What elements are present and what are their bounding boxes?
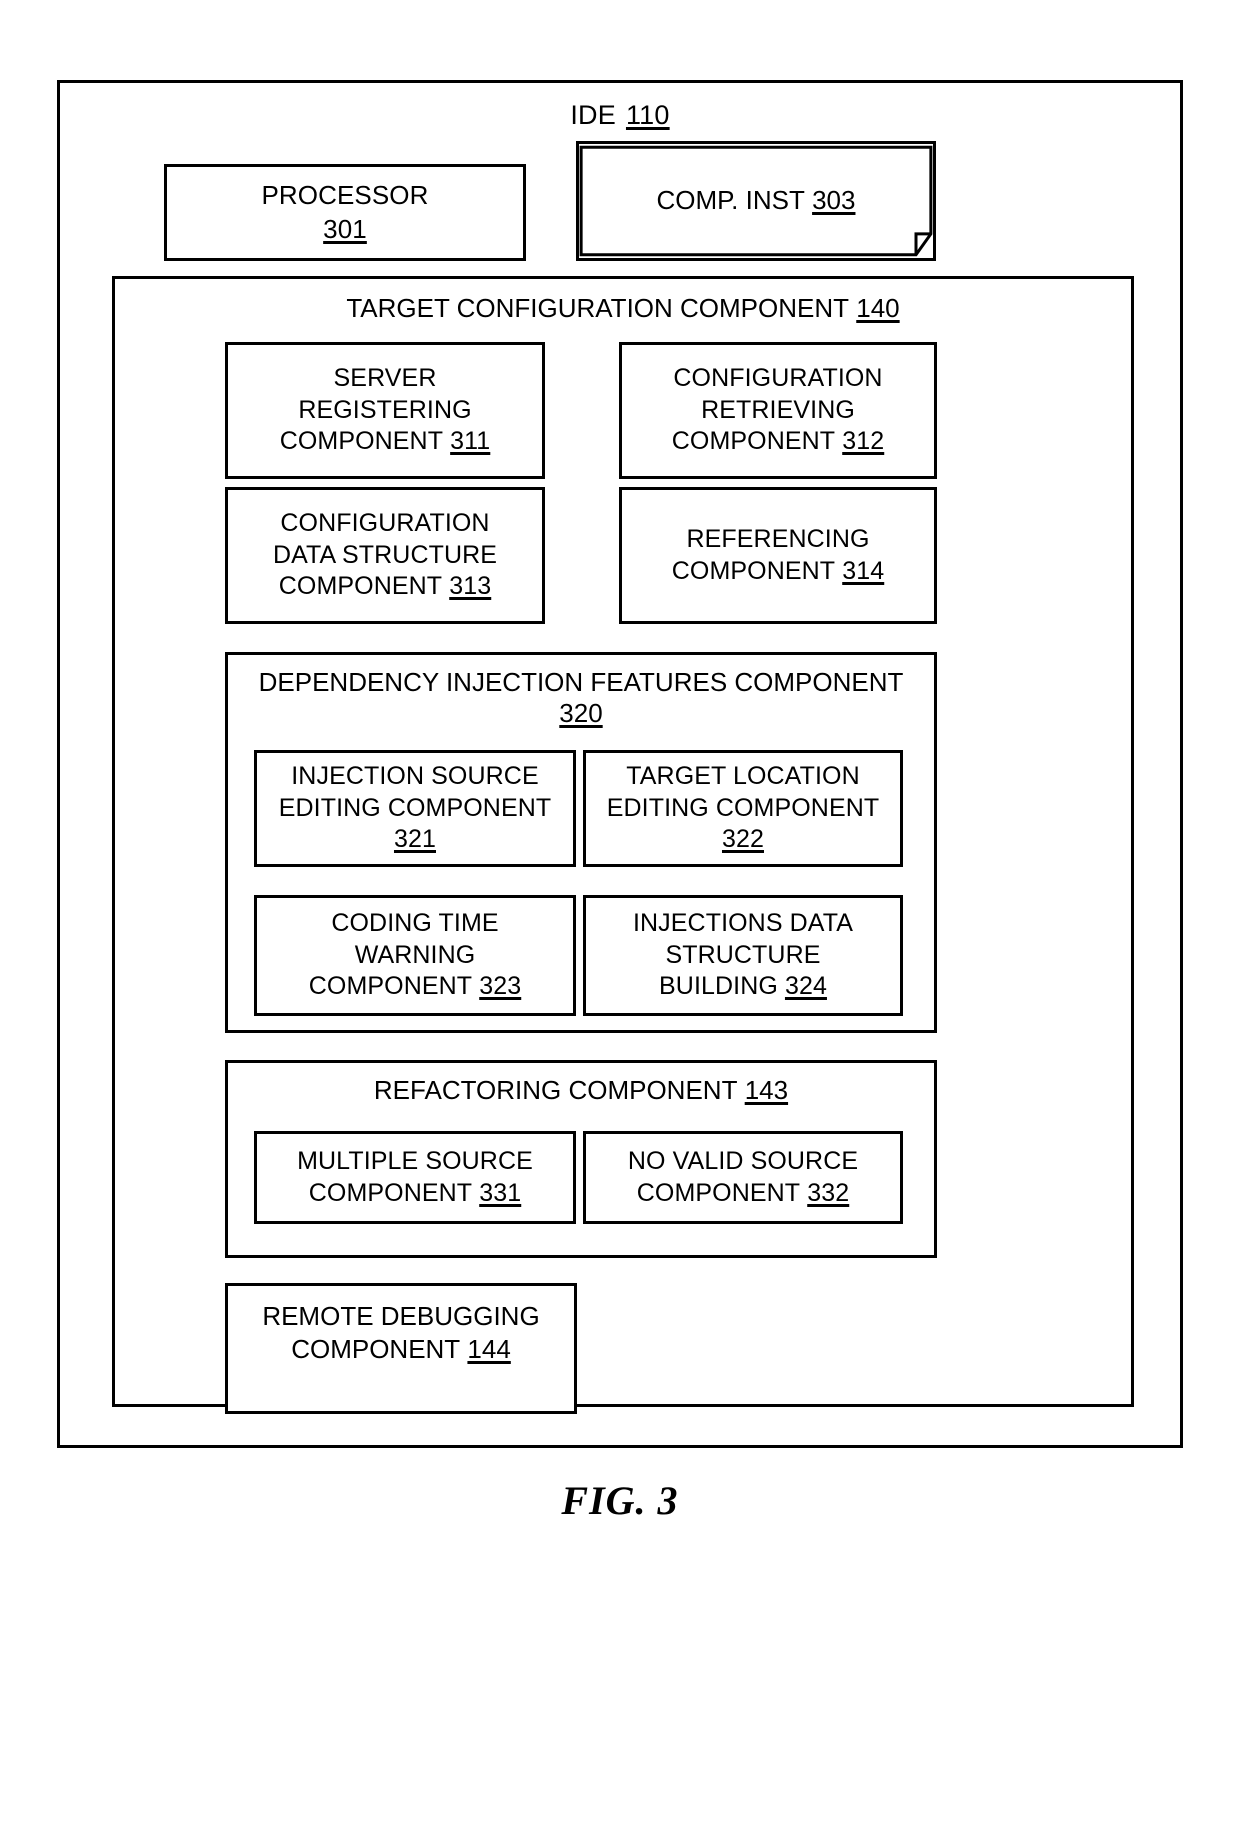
refactoring-component-title: REFACTORING COMPONENT 143 <box>228 1075 934 1106</box>
configuration-retrieving-component-line3-text: COMPONENT <box>671 427 836 456</box>
configuration-data-structure-component-reference-numeral: 313 <box>449 572 492 601</box>
referencing-component-line1: REFERENCING <box>686 524 870 553</box>
injection-source-editing-component-reference-numeral: 321 <box>393 825 436 854</box>
server-registering-component-line1: SERVER <box>333 363 437 392</box>
server-registering-component-reference-numeral: 311 <box>450 427 491 456</box>
configuration-retrieving-component-box: CONFIGURATION RETRIEVING COMPONENT 312 <box>619 342 937 479</box>
comp-inst-box: COMP. INST 303 <box>579 144 829 196</box>
ide-title-text: IDE <box>570 100 616 130</box>
injection-source-editing-component-line1: INJECTION SOURCE <box>291 761 539 790</box>
server-registering-component-line2: REGISTERING <box>298 395 472 424</box>
target-location-editing-component-line2: EDITING COMPONENT <box>606 793 880 822</box>
coding-time-warning-component-line3: COMPONENT 323 <box>309 971 521 1003</box>
configuration-data-structure-component-box: CONFIGURATION DATA STRUCTURE COMPONENT 3… <box>225 487 545 624</box>
target-configuration-component-title: TARGET CONFIGURATION COMPONENT 140 <box>115 293 1131 324</box>
multiple-source-component-reference-numeral: 331 <box>479 1178 522 1207</box>
refactoring-component-box: REFACTORING COMPONENT 143 MULTIPLE SOURC… <box>225 1060 937 1258</box>
ide-reference-numeral: 110 <box>625 100 670 130</box>
target-location-editing-component-reference-numeral: 322 <box>721 825 764 854</box>
ide-title: IDE 110 <box>60 99 1180 132</box>
configuration-retrieving-component-reference-numeral: 312 <box>842 427 885 456</box>
configuration-data-structure-component-line3: COMPONENT 313 <box>279 571 491 603</box>
no-valid-source-component-line2-text: COMPONENT <box>636 1178 801 1207</box>
injections-data-structure-building-box: INJECTIONS DATA STRUCTURE BUILDING 324 <box>583 895 903 1016</box>
target-location-editing-component-box: TARGET LOCATION EDITING COMPONENT 322 <box>583 750 903 867</box>
configuration-retrieving-component-line2: RETRIEVING <box>701 395 855 424</box>
injection-source-editing-component-line2: EDITING COMPONENT <box>278 793 552 822</box>
multiple-source-component-line1: MULTIPLE SOURCE <box>297 1146 533 1175</box>
target-location-editing-component-line1: TARGET LOCATION <box>626 761 860 790</box>
refactoring-component-reference-numeral: 143 <box>744 1075 789 1105</box>
coding-time-warning-component-line1: CODING TIME <box>331 908 499 937</box>
processor-reference-numeral: 301 <box>323 213 367 244</box>
injections-data-structure-building-line2: STRUCTURE <box>665 940 821 969</box>
comp-inst-reference-numeral: 303 <box>812 184 856 215</box>
ide-outer-frame: IDE 110 PROCESSOR 301 MEMORY 302 COMP. IN… <box>57 80 1183 1448</box>
processor-box: PROCESSOR 301 <box>164 164 526 261</box>
injections-data-structure-building-line3-text: BUILDING <box>659 972 778 1001</box>
target-configuration-component-box: TARGET CONFIGURATION COMPONENT 140 SERVE… <box>112 276 1134 1414</box>
multiple-source-component-line2-text: COMPONENT <box>308 1178 473 1207</box>
multiple-source-component-line2: COMPONENT 331 <box>309 1178 521 1210</box>
injections-data-structure-building-line3: BUILDING 324 <box>659 971 827 1003</box>
no-valid-source-component-box: NO VALID SOURCE COMPONENT 332 <box>583 1131 903 1224</box>
remote-debugging-component-line1: REMOTE DEBUGGING <box>262 1301 540 1331</box>
coding-time-warning-component-box: CODING TIME WARNING COMPONENT 323 <box>254 895 576 1016</box>
remote-debugging-component-line2: COMPONENT <box>291 1334 461 1365</box>
no-valid-source-component-line2: COMPONENT 332 <box>637 1178 849 1210</box>
processor-label: PROCESSOR <box>261 180 429 211</box>
server-registering-component-line3-text: COMPONENT <box>279 427 444 456</box>
coding-time-warning-component-line2: WARNING <box>354 940 476 969</box>
memory-box: MEMORY 302 COMP. INST 303 <box>576 141 936 261</box>
figure-caption: FIG. 3 <box>561 1478 679 1523</box>
injection-source-editing-component-box: INJECTION SOURCE EDITING COMPONENT 321 <box>254 750 576 867</box>
server-registering-component-line3: COMPONENT 311 <box>280 426 491 458</box>
dependency-injection-features-component-reference-numeral: 320 <box>559 697 603 728</box>
remote-debugging-component-box: REMOTE DEBUGGING COMPONENT 144 <box>225 1283 577 1414</box>
remote-debugging-component-label-wrapper: REMOTE DEBUGGING COMPONENT 144 <box>228 1300 574 1366</box>
injections-data-structure-building-line1: INJECTIONS DATA <box>632 908 854 937</box>
target-configuration-component-reference-numeral: 140 <box>856 293 900 323</box>
refactoring-component-label: REFACTORING COMPONENT <box>373 1075 738 1105</box>
referencing-component-reference-numeral: 314 <box>842 556 885 585</box>
no-valid-source-component-reference-numeral: 332 <box>807 1178 850 1207</box>
coding-time-warning-component-line3-text: COMPONENT <box>308 972 473 1001</box>
coding-time-warning-component-reference-numeral: 323 <box>479 972 522 1001</box>
comp-inst-label: COMP. INST <box>656 184 805 215</box>
configuration-retrieving-component-line1: CONFIGURATION <box>673 363 883 392</box>
server-registering-component-box: SERVER REGISTERING COMPONENT 311 <box>225 342 545 479</box>
remote-debugging-component-reference-numeral: 144 <box>467 1334 511 1365</box>
configuration-retrieving-component-line3: COMPONENT 312 <box>672 426 884 458</box>
comp-inst-label-wrapper: COMP. INST 303 <box>579 144 933 258</box>
dependency-injection-features-component-label: DEPENDENCY INJECTION FEATURES COMPONENT <box>258 667 904 697</box>
configuration-data-structure-component-line2: DATA STRUCTURE <box>272 540 498 569</box>
dependency-injection-features-component-title: DEPENDENCY INJECTION FEATURES COMPONENT … <box>228 667 934 728</box>
configuration-data-structure-component-line1: CONFIGURATION <box>280 508 490 537</box>
referencing-component-box: REFERENCING COMPONENT 314 <box>619 487 937 624</box>
referencing-component-line2: COMPONENT 314 <box>672 556 884 588</box>
no-valid-source-component-line1: NO VALID SOURCE <box>627 1146 859 1175</box>
target-configuration-component-label: TARGET CONFIGURATION COMPONENT <box>346 293 850 323</box>
dependency-injection-features-component-box: DEPENDENCY INJECTION FEATURES COMPONENT … <box>225 652 937 1033</box>
multiple-source-component-box: MULTIPLE SOURCE COMPONENT 331 <box>254 1131 576 1224</box>
configuration-data-structure-component-line3-text: COMPONENT <box>278 572 443 601</box>
referencing-component-line2-text: COMPONENT <box>671 556 836 585</box>
injections-data-structure-building-reference-numeral: 324 <box>784 972 827 1001</box>
